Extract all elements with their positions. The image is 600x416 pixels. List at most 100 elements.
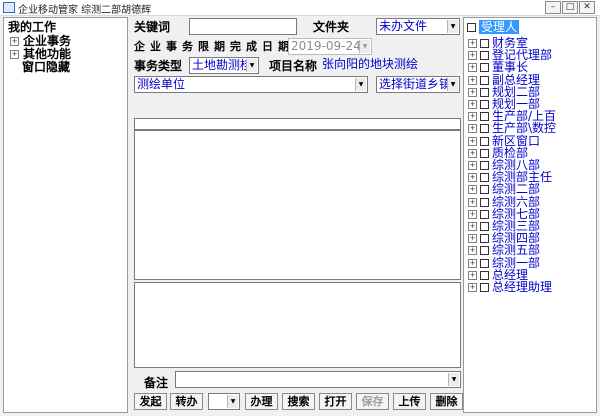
checkbox-icon[interactable] [480, 234, 489, 244]
handle-button[interactable]: 办理 [245, 393, 278, 410]
checkbox-icon[interactable] [480, 100, 489, 109]
checkbox-icon[interactable] [480, 75, 489, 85]
checkbox-icon[interactable] [480, 270, 489, 280]
task-type-value: 土地勘测桂 [192, 58, 253, 72]
deadline-label: 企业事务限期完成日期 [134, 40, 294, 53]
expand-icon[interactable]: + [468, 112, 477, 122]
checkbox-icon[interactable] [480, 136, 489, 146]
checkbox-icon[interactable] [480, 161, 489, 170]
checkbox-icon[interactable] [480, 197, 489, 207]
checkbox-icon[interactable] [480, 258, 489, 268]
checkbox-icon[interactable] [480, 222, 489, 231]
expand-icon[interactable]: + [468, 209, 477, 219]
task-type-label: 事务类型 [134, 59, 183, 73]
delete-button[interactable]: 删除 [430, 393, 463, 410]
chevron-down-icon[interactable]: ▼ [448, 373, 459, 386]
recipients-header[interactable]: 受理人 [467, 20, 520, 34]
tree-item-hide-window[interactable]: 窗口隐藏 [22, 60, 70, 74]
chevron-down-icon[interactable]: ▼ [447, 20, 458, 33]
remark-select[interactable]: ▼ [175, 371, 461, 388]
checkbox-icon[interactable] [480, 39, 489, 48]
search-button[interactable]: 搜索 [282, 393, 315, 410]
content-text-area[interactable] [134, 130, 461, 280]
minimize-icon[interactable]: – [545, 1, 561, 14]
expand-icon[interactable]: + [10, 37, 19, 46]
street-select[interactable]: 选择街道乡镇 ▼ [376, 76, 460, 93]
checkbox-icon[interactable] [480, 87, 489, 97]
chevron-down-icon[interactable]: ▼ [359, 40, 370, 53]
deadline-date-picker[interactable]: 2019-09-24 ▼ [288, 38, 372, 55]
forward-target-value [209, 394, 211, 408]
left-tree-panel: 我的工作 + 企业事务 + 其他功能 窗口隐藏 [3, 17, 128, 413]
checkbox-icon[interactable] [480, 112, 489, 122]
expand-icon[interactable]: + [468, 63, 477, 73]
expand-icon[interactable]: + [468, 222, 477, 231]
forward-button[interactable]: 转办 [170, 393, 203, 410]
expand-icon[interactable]: + [468, 234, 477, 244]
expand-icon[interactable]: + [468, 173, 477, 183]
title-bar[interactable]: 企业移动管家 综测二部胡德辉 – □ ✕ [0, 0, 600, 16]
expand-icon[interactable]: + [468, 197, 477, 207]
open-button[interactable]: 打开 [319, 393, 352, 410]
expand-icon[interactable]: + [468, 87, 477, 97]
expand-icon[interactable]: + [468, 51, 477, 61]
keyword-label: 关键词 [134, 20, 171, 34]
folder-label: 文件夹 [313, 20, 350, 34]
expand-icon[interactable]: + [468, 246, 477, 256]
checkbox-icon[interactable] [480, 209, 489, 219]
forward-target-select[interactable]: ▼ [208, 393, 240, 410]
expand-icon[interactable]: + [468, 148, 477, 158]
expand-icon[interactable]: + [468, 270, 477, 280]
expand-icon[interactable]: + [468, 100, 477, 109]
tree-item-enterprise-affairs[interactable]: + 企业事务 [10, 34, 71, 48]
chevron-down-icon[interactable]: ▼ [447, 78, 458, 91]
expand-icon[interactable]: + [468, 258, 477, 268]
checkbox-icon[interactable] [480, 283, 489, 292]
folder-value: 未办文件 [379, 19, 428, 33]
tree-item-other-functions[interactable]: + 其他功能 [10, 47, 71, 61]
checkbox-icon[interactable] [480, 185, 489, 195]
checkbox-icon[interactable] [480, 124, 489, 134]
detail-text-area[interactable] [134, 282, 461, 368]
expand-icon[interactable]: + [468, 136, 477, 146]
recipient-item[interactable]: + 总经理助理 [468, 281, 552, 294]
checkbox-icon[interactable] [480, 246, 489, 256]
tree-root[interactable]: 我的工作 [8, 20, 56, 34]
expand-icon[interactable]: + [468, 283, 477, 292]
project-name-input[interactable]: 张向阳的地块测绘 [320, 57, 460, 74]
keyword-value [190, 19, 192, 33]
checkbox-icon[interactable] [480, 173, 489, 183]
checkbox-icon[interactable] [480, 63, 489, 73]
initiate-button[interactable]: 发起 [134, 393, 167, 410]
progress-strip [134, 118, 461, 130]
checkbox-icon[interactable] [480, 51, 489, 61]
maximize-icon[interactable]: □ [562, 1, 578, 14]
expand-icon[interactable]: + [468, 39, 477, 48]
expand-icon[interactable]: + [10, 50, 19, 59]
project-name-value: 张向阳的地块测绘 [322, 57, 419, 71]
app-icon [3, 2, 15, 13]
expand-icon[interactable]: + [468, 75, 477, 85]
expand-icon[interactable]: + [468, 161, 477, 170]
survey-unit-value: 测绘单位 [137, 77, 186, 91]
expand-icon[interactable]: + [468, 185, 477, 195]
remark-label: 备注 [144, 376, 169, 390]
save-button[interactable]: 保存 [356, 393, 389, 410]
remark-value [176, 372, 178, 386]
task-type-select[interactable]: 土地勘测桂 ▼ [189, 57, 259, 74]
chevron-down-icon[interactable]: ▼ [246, 59, 257, 72]
chevron-down-icon[interactable]: ▼ [227, 395, 238, 408]
recipients-panel: 受理人 + 财务室 + 登记代理部 + 董事长 + 副总经理 + 规划二部 + 规划一部 + 生产部/上百… [463, 17, 597, 413]
upload-button[interactable]: 上传 [393, 393, 426, 410]
keyword-input[interactable] [189, 18, 297, 35]
recipient-label: 总经理助理 [492, 280, 553, 294]
close-icon[interactable]: ✕ [579, 1, 595, 14]
survey-unit-select[interactable]: 测绘单位 ▼ [134, 76, 368, 93]
project-name-label: 项目名称 [269, 59, 318, 73]
checkbox-icon[interactable] [480, 148, 489, 158]
chevron-down-icon[interactable]: ▼ [355, 78, 366, 91]
recipients-header-label: 受理人 [479, 20, 520, 34]
folder-select[interactable]: 未办文件 ▼ [376, 18, 460, 35]
checkbox-icon[interactable] [467, 23, 476, 32]
expand-icon[interactable]: + [468, 124, 477, 134]
